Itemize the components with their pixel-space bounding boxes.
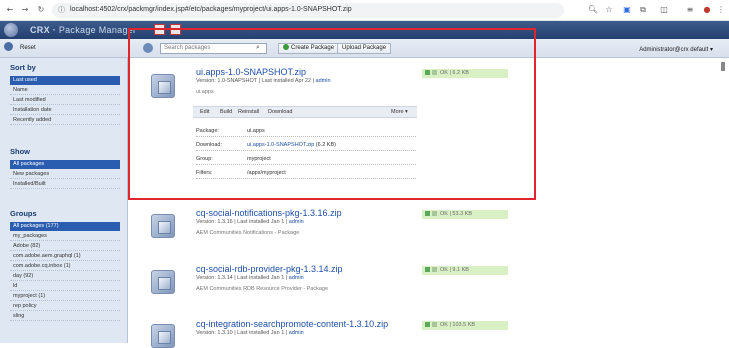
status-text: OK | 9.1 KB [440,267,469,273]
package-status-icon [425,322,430,327]
extensions-puzzle-icon[interactable]: ⧉ [637,4,649,16]
page-title: Package Manager [58,25,137,35]
package-filter-icon [432,211,437,216]
group-item-ld[interactable]: ld [10,282,120,291]
status-text: OK | 53.3 KB [440,211,473,217]
package-installer-link[interactable]: admin [289,219,304,225]
package-description: AEM Communities Notifications - Package [196,230,300,236]
status-badge: OK | 9.1 KB [422,266,508,275]
site-info-icon[interactable]: ⓘ [58,5,65,15]
status-badge: OK | 53.3 KB [422,210,508,219]
package-filter-icon [432,267,437,272]
bookmark-star-icon[interactable]: ☆ [603,4,615,16]
show-item-new-packages[interactable]: New packages [10,170,120,179]
app-title: CRX · Package Manager [30,25,137,35]
more-menu-icon[interactable]: ⋮ [715,4,727,16]
extension-icon[interactable]: ▣ [621,4,633,16]
reload-icon[interactable]: ↻ [35,4,47,16]
show-item-installed-built[interactable]: Installed/Built [10,180,120,189]
zoom-icon[interactable]: 🔍︎ [587,4,599,16]
reset-icon [4,42,13,51]
profile-avatar-icon[interactable]: ● [701,4,713,16]
group-item-my-packages[interactable]: my_packages [10,232,120,241]
package-meta: Version: 1.3.16 | Last installed Jan 1 |… [196,219,304,225]
highlight-box [128,28,536,200]
status-badge: OK | 103.5 KB [422,321,508,330]
address-bar-url: localhost:4502/crx/packmgr/index.jsp#/et… [70,6,352,13]
package-version: Version: 1.3.14 | Last installed Jan 1 | [196,275,288,281]
side-panel-icon[interactable]: ◫ [658,4,670,16]
profile-icon[interactable]: ≡ [684,4,696,16]
sort-heading: Sort by [10,63,36,72]
group-item-sling[interactable]: sling [10,312,120,321]
back-icon[interactable]: ← [4,4,16,16]
brand-label: CRX [30,25,50,35]
crx-logo-icon [4,23,18,37]
group-item-rep-policy[interactable]: rep policy [10,302,120,311]
package-name[interactable]: cq-social-rdb-provider-pkg-1.3.14.zip [196,264,343,274]
sort-item-name[interactable]: Name [10,86,120,95]
package-status-icon [425,211,430,216]
status-text: OK | 103.5 KB [440,322,476,328]
sort-item-installation-date[interactable]: Installation date [10,106,120,115]
package-name[interactable]: cq-integration-searchpromote-content-1.3… [196,319,388,329]
show-heading: Show [10,147,30,156]
show-item-all-packages[interactable]: All packages [10,160,120,169]
group-item-myproject[interactable]: myproject (1) [10,292,120,301]
group-item-graphql[interactable]: com.adobe.aem.graphql (1) [10,252,120,261]
group-item-inbox[interactable]: com.adobe.cq.inbox (1) [10,262,120,271]
sort-item-last-modified[interactable]: Last modified [10,96,120,105]
package-icon [151,270,175,294]
package-version: Version: 1.3.10 | Last installed Jan 1 | [196,330,288,336]
sort-item-recently-added[interactable]: Recently added [10,116,120,125]
scrollbar-thumb[interactable] [721,62,725,71]
group-item-day[interactable]: day (92) [10,272,120,281]
user-menu[interactable]: Administrator@crx default ▾ [639,46,713,53]
package-installer-link[interactable]: admin [289,330,304,336]
package-description: AEM Communities RDB Resource Provider - … [196,286,329,292]
address-bar[interactable]: ⓘ localhost:4502/crx/packmgr/index.jsp#/… [52,3,564,18]
reset-button[interactable]: Reset [4,42,36,54]
package-meta: Version: 1.3.10 | Last installed Jan 1 |… [196,330,304,336]
groups-heading: Groups [10,209,37,218]
package-installer-link[interactable]: admin [289,275,304,281]
package-icon [151,324,175,348]
forward-icon[interactable]: → [19,4,31,16]
package-name[interactable]: cq-social-notifications-pkg-1.3.16.zip [196,208,342,218]
browser-toolbar: ← → ↻ ⓘ localhost:4502/crx/packmgr/index… [0,0,729,21]
package-filter-icon [432,322,437,327]
package-meta: Version: 1.3.14 | Last installed Jan 1 |… [196,275,304,281]
group-item-adobe[interactable]: Adobe (82) [10,242,120,251]
user-label: Administrator@crx default [639,47,709,53]
package-status-icon [425,267,430,272]
package-icon [151,214,175,238]
sort-item-last-used[interactable]: Last used [10,76,120,85]
package-version: Version: 1.3.16 | Last installed Jan 1 | [196,219,288,225]
reset-label: Reset [20,45,36,51]
sidebar: Sort by Last used Name Last modified Ins… [0,58,128,343]
group-item-all-packages[interactable]: All packages (177) [10,222,120,231]
